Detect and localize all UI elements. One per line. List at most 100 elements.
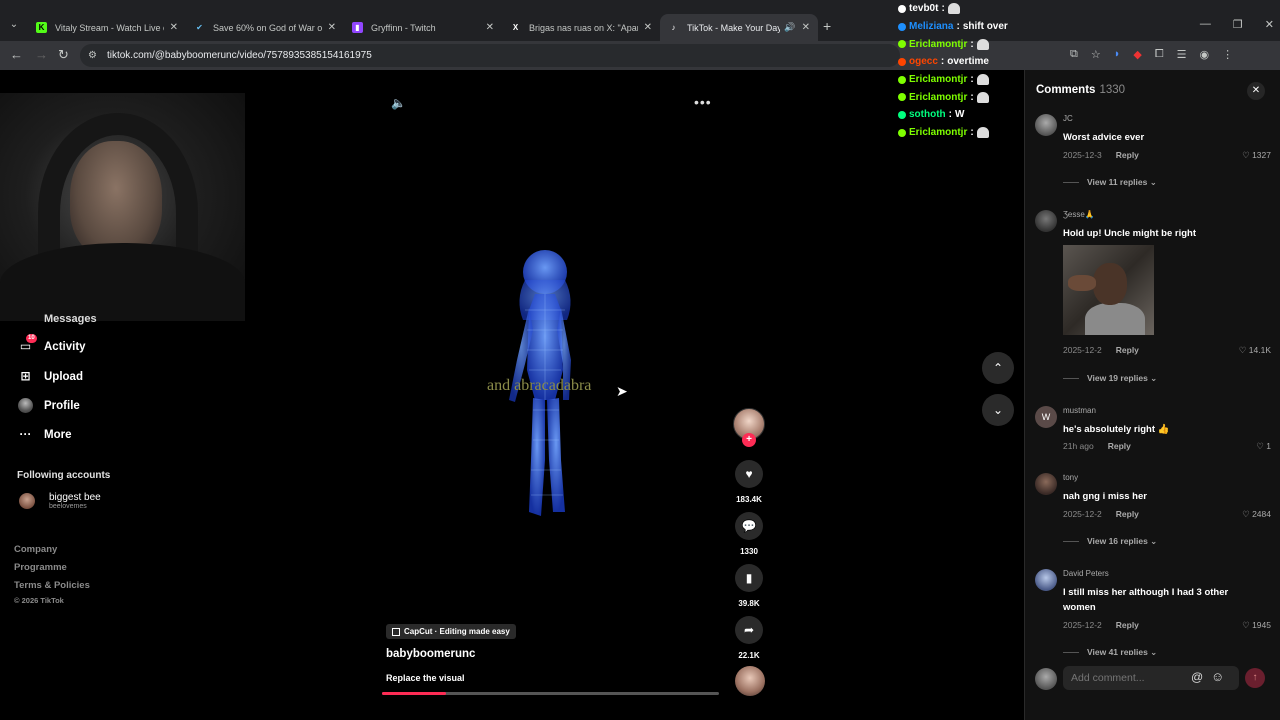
sidebar-item-messages[interactable]: Messages — [44, 313, 97, 325]
capcut-tag[interactable]: CapCut · Editing made easy — [386, 624, 516, 639]
close-tab-icon[interactable]: ✕ — [170, 22, 178, 33]
tab-groups-icon[interactable]: ☰ — [1177, 48, 1187, 61]
video-progress-bar[interactable] — [382, 692, 719, 695]
close-tab-icon[interactable]: ✕ — [802, 22, 810, 33]
like-button[interactable]: ♥ — [735, 460, 763, 488]
extension-icon[interactable]: ◗ — [1114, 48, 1121, 61]
previous-video-button[interactable]: ⌃ — [982, 352, 1014, 384]
copyright: © 2026 TikTok — [14, 596, 64, 605]
chat-emote-icon — [947, 3, 960, 15]
view-replies-button[interactable]: View 16 replies ⌄ — [1063, 536, 1157, 547]
chat-username[interactable]: Meliziana — [909, 21, 953, 32]
comment-gif[interactable] — [1063, 245, 1154, 335]
tab-tiktok[interactable]: ♪ TikTok - Make Your Day 🔊 ✕ — [660, 14, 818, 41]
avatar[interactable] — [1035, 210, 1057, 232]
chat-username[interactable]: Ericlamontjr — [909, 39, 967, 50]
chat-username[interactable]: tevb0t — [909, 3, 938, 14]
comment-like-button[interactable]: ♡ 1945 — [1231, 620, 1271, 631]
reply-button[interactable]: Reply — [1116, 620, 1139, 630]
comment-like-button[interactable]: ♡ 1327 — [1231, 150, 1271, 161]
comment-like-button[interactable]: ♡ 1 — [1231, 441, 1271, 452]
forward-icon[interactable]: → — [35, 47, 48, 62]
tab-kick[interactable]: K Vitaly Stream - Watch Live on K ✕ — [28, 14, 186, 41]
tab-x[interactable]: X Brigas nas ruas on X: "Aparente ✕ — [502, 14, 660, 41]
chat-username[interactable]: Ericlamontjr — [909, 92, 967, 103]
view-replies-button[interactable]: View 11 replies ⌄ — [1063, 177, 1157, 188]
chat-username[interactable]: ogecc — [909, 56, 938, 67]
minimize-icon[interactable]: — — [1200, 18, 1211, 31]
tab-search-icon[interactable]: ⌄ — [6, 17, 22, 33]
reply-button[interactable]: Reply — [1116, 345, 1139, 355]
bookmark-star-icon[interactable]: ☆ — [1091, 48, 1101, 61]
music-disc-avatar[interactable] — [735, 666, 765, 696]
video-more-icon[interactable]: ••• — [694, 94, 712, 110]
site-info-icon[interactable]: ⚙ — [88, 50, 97, 61]
emoji-icon[interactable]: ☺ — [1211, 669, 1224, 684]
profile-avatar[interactable]: ◉ — [1200, 48, 1210, 61]
avatar — [19, 493, 35, 509]
chat-badge-icon — [898, 93, 906, 102]
reply-button[interactable]: Reply — [1108, 441, 1131, 451]
extensions-puzzle-icon[interactable]: ⧠ — [1155, 48, 1164, 61]
view-replies-button[interactable]: View 41 replies ⌄ — [1063, 647, 1157, 655]
save-button[interactable]: ▮ — [735, 564, 763, 592]
comment-button[interactable]: 💬 — [735, 512, 763, 540]
next-video-button[interactable]: ⌄ — [982, 394, 1014, 426]
close-window-icon[interactable]: ✕ — [1265, 18, 1274, 31]
mention-icon[interactable]: @ — [1191, 670, 1203, 684]
footer-link-terms[interactable]: Terms & Policies — [14, 580, 90, 591]
comment-user[interactable]: Ʒesse🙏 — [1063, 210, 1095, 219]
tab-twitch[interactable]: ▮ Gryffinn - Twitch ✕ — [344, 14, 502, 41]
sidebar-item-upload[interactable]: ⊞ Upload — [18, 369, 83, 384]
chat-separator: : — [941, 3, 945, 15]
avatar — [18, 398, 33, 413]
view-replies-button[interactable]: View 19 replies ⌄ — [1063, 373, 1157, 384]
chevron-down-icon: ⌄ — [992, 403, 1004, 417]
comment-like-button[interactable]: ♡ 14.1K — [1231, 345, 1271, 356]
new-tab-icon[interactable]: + — [823, 18, 831, 34]
comment-like-button[interactable]: ♡ 2484 — [1231, 509, 1271, 520]
comment-user[interactable]: David Peters — [1063, 569, 1109, 578]
url-bar[interactable]: ⚙ tiktok.com/@babyboomerunc/video/757893… — [80, 44, 900, 67]
chat-username[interactable]: sothoth — [909, 109, 946, 120]
comment-date: 21h ago — [1063, 441, 1094, 451]
comment-icon: 💬 — [741, 519, 757, 533]
sidebar-item-activity[interactable]: ▭ 10 Activity — [18, 334, 86, 354]
send-comment-button[interactable]: ↑ — [1245, 668, 1265, 688]
reply-button[interactable]: Reply — [1116, 509, 1139, 519]
sidebar-item-more[interactable]: ··· More — [18, 427, 72, 442]
footer-link-company[interactable]: Company — [14, 544, 57, 555]
footer-link-programme[interactable]: Programme — [14, 562, 67, 573]
volume-icon[interactable]: 🔈 — [391, 96, 406, 110]
sidebar-item-label: Profile — [44, 399, 80, 412]
avatar[interactable] — [1035, 473, 1057, 495]
avatar[interactable]: W — [1035, 406, 1057, 428]
share-button[interactable]: ➦ — [735, 616, 763, 644]
sidebar-item-profile[interactable]: Profile — [18, 398, 80, 413]
video-author[interactable]: babyboomerunc — [386, 648, 475, 660]
avatar[interactable] — [1035, 114, 1057, 136]
speaker-icon[interactable]: 🔊 — [784, 22, 795, 33]
close-tab-icon[interactable]: ✕ — [644, 22, 652, 33]
chat-username[interactable]: Ericlamontjr — [909, 127, 967, 138]
chat-username[interactable]: Ericlamontjr — [909, 74, 967, 85]
reply-button[interactable]: Reply — [1116, 150, 1139, 160]
restore-icon[interactable]: ❐ — [1233, 18, 1243, 31]
browser-menu-icon[interactable]: ⋮ — [1222, 48, 1233, 61]
comment-user[interactable]: JC — [1063, 114, 1073, 123]
close-comments-button[interactable]: ✕ — [1247, 82, 1265, 100]
comments-header: Comments 1330 — [1036, 84, 1125, 96]
tab-steam[interactable]: ✔ Save 60% on God of War on Ste ✕ — [186, 14, 344, 41]
comment-user[interactable]: tony — [1063, 473, 1078, 482]
follow-plus-icon[interactable]: + — [742, 433, 756, 447]
close-tab-icon[interactable]: ✕ — [486, 22, 494, 33]
reload-icon[interactable]: ↻ — [58, 47, 69, 63]
following-account[interactable]: biggest bee beelovemes — [19, 492, 101, 510]
back-icon[interactable]: ← — [10, 47, 23, 62]
install-app-icon[interactable]: ⧉ — [1070, 48, 1078, 61]
avatar[interactable] — [1035, 569, 1057, 591]
comment-user[interactable]: mustman — [1063, 406, 1096, 415]
close-tab-icon[interactable]: ✕ — [328, 22, 336, 33]
extension-icon[interactable]: ◆ — [1133, 48, 1141, 61]
capcut-label: CapCut · Editing made easy — [404, 627, 510, 636]
